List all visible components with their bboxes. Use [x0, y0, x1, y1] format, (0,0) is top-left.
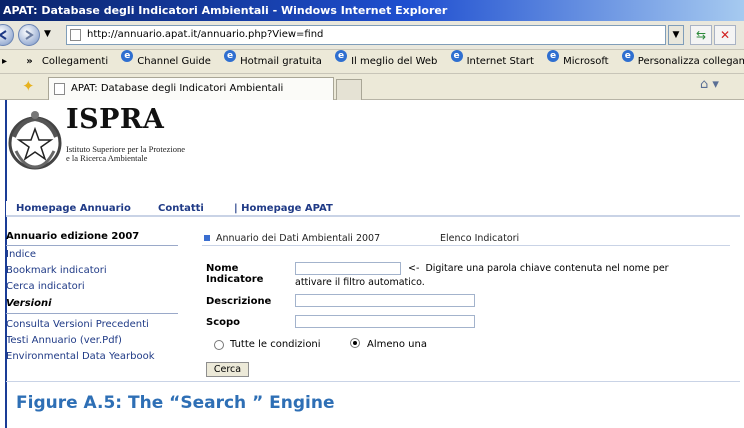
links-chevron[interactable]: » [26, 50, 32, 73]
favorites-star-icon[interactable]: ✦ [22, 77, 35, 95]
sidebar-link-environmental-yearbook[interactable]: Environmental Data Yearbook [6, 351, 155, 362]
ispra-emblem-logo [8, 111, 62, 170]
search-hint-line2: attivare il filtro automatico. [295, 277, 425, 288]
back-arrow-icon [0, 30, 7, 40]
new-tab-button[interactable] [336, 79, 362, 100]
history-dropdown-icon[interactable]: ▼ [44, 29, 51, 39]
ie-icon: e [224, 50, 237, 62]
ispra-subtitle-line2: e la Ricerca Ambientale [66, 153, 148, 163]
page-content: ISPRA Istituto Superiore per la Protezio… [0, 100, 744, 428]
ie-icon: e [335, 50, 348, 62]
scopo-input[interactable] [295, 315, 475, 328]
scopo-label: Scopo [206, 317, 241, 328]
breadcrumb-divider [202, 245, 730, 246]
content-divider [6, 381, 740, 382]
ie-icon: e [450, 50, 463, 62]
sidebar-link-testi-pdf[interactable]: Testi Annuario (ver.Pdf) [6, 335, 122, 346]
links-label: Collegamenti [41, 56, 109, 67]
radio-tutte-label: Tutte le condizioni [230, 339, 321, 350]
sidebar-link-versioni-precedenti[interactable]: Consulta Versioni Precedenti [6, 319, 149, 330]
link-internet-start[interactable]: e Internet Start [441, 50, 534, 73]
top-menu: Homepage Annuario Contatti | Homepage AP… [6, 201, 740, 217]
search-hint-line1: <- Digitare una parola chiave contenuta … [408, 263, 669, 274]
link-personalizza[interactable]: ePersonalizza collegamenti [612, 50, 744, 73]
sidebar-versions-heading: Versioni [6, 298, 52, 309]
sidebar-link-cerca[interactable]: Cerca indicatori [6, 281, 85, 292]
page-icon [54, 83, 65, 95]
window-title-bar: APAT: Database degli Indicatori Ambienta… [0, 0, 744, 21]
page-icon [70, 29, 81, 41]
link-microsoft[interactable]: e Microsoft [537, 50, 609, 73]
tab-bar: ✦ APAT: Database degli Indicatori Ambien… [0, 74, 744, 100]
links-toolbar: ▸ » Collegamenti e Channel Guide e Hotmail… [0, 50, 744, 74]
figure-caption: Figure A.5: The “Search ” Engine [16, 393, 335, 413]
refresh-button[interactable]: ⇆ [690, 25, 712, 45]
window-title: APAT: Database degli Indicatori Ambienta… [3, 4, 448, 17]
back-button[interactable] [0, 24, 14, 46]
address-toolbar: ▼ http://annuario.apat.it/annuario.php?V… [0, 21, 744, 50]
ie-icon: e [547, 50, 560, 62]
cerca-button[interactable]: Cerca [206, 362, 249, 377]
tab-title: APAT: Database degli Indicatori Ambienta… [71, 83, 284, 94]
descrizione-input[interactable] [295, 294, 475, 307]
radio-tutte-condizioni[interactable] [214, 340, 224, 350]
url-dropdown-button[interactable]: ▼ [668, 25, 684, 45]
nome-label: Nome Indicatore [206, 263, 264, 285]
ie-icon: e [121, 50, 134, 62]
menu-homepage-apat[interactable]: | Homepage APAT [234, 203, 333, 214]
sidebar-divider [6, 313, 178, 314]
sidebar-link-bookmark[interactable]: Bookmark indicatori [6, 265, 107, 276]
radio-almeno-una[interactable] [350, 338, 360, 348]
link-hotmail[interactable]: e Hotmail gratuita [214, 50, 322, 73]
sidebar-link-indice[interactable]: Indice [6, 249, 36, 260]
breadcrumb-annuario[interactable]: Annuario dei Dati Ambientali 2007 [216, 233, 380, 244]
forward-button[interactable] [18, 24, 40, 46]
forward-arrow-icon [25, 30, 34, 40]
link-channel-guide[interactable]: e Channel Guide [111, 50, 211, 73]
chevron-down-icon: ▼ [672, 30, 680, 40]
breadcrumb-bullet-icon [204, 235, 210, 241]
radio-almeno-label: Almeno una [367, 339, 427, 350]
close-icon: ✕ [719, 28, 731, 42]
sidebar-heading: Annuario edizione 2007 [6, 231, 140, 242]
links-grip: ▸ [2, 56, 8, 67]
tab-apat[interactable]: APAT: Database degli Indicatori Ambienta… [48, 77, 334, 100]
menu-contatti[interactable]: Contatti [158, 203, 204, 214]
link-meglio-web[interactable]: e Il meglio del Web [325, 50, 437, 73]
ie-icon: e [621, 50, 634, 62]
url-input[interactable]: http://annuario.apat.it/annuario.php?Vie… [66, 25, 666, 45]
stop-button[interactable]: ✕ [714, 25, 736, 45]
nome-indicatore-input[interactable] [295, 262, 401, 275]
url-text: http://annuario.apat.it/annuario.php?Vie… [87, 29, 324, 40]
menu-homepage-annuario[interactable]: Homepage Annuario [16, 203, 131, 214]
breadcrumb-elenco[interactable]: Elenco Indicatori [440, 233, 519, 244]
sidebar-divider [6, 245, 178, 246]
refresh-icon: ⇆ [695, 28, 707, 42]
descrizione-label: Descrizione [206, 296, 272, 307]
home-icon[interactable]: ⌂ ▾ [700, 77, 719, 92]
ispra-title: ISPRA [66, 104, 165, 135]
